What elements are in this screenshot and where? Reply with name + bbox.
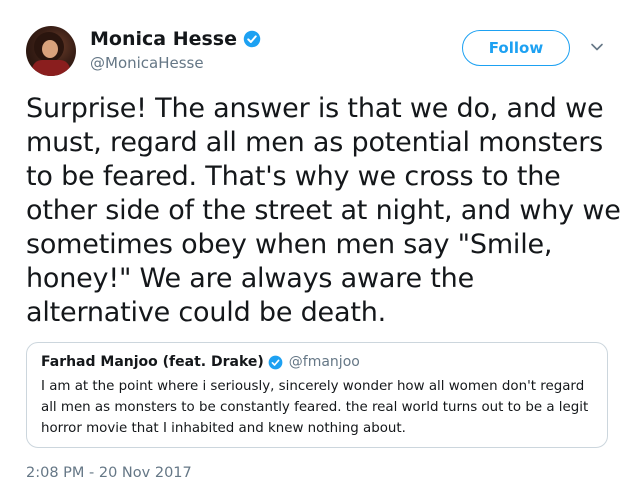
verified-badge-icon xyxy=(268,355,283,369)
avatar-face xyxy=(42,40,58,58)
avatar-shirt xyxy=(32,60,70,76)
author-handle[interactable]: @MonicaHesse xyxy=(90,54,204,72)
chevron-down-icon[interactable] xyxy=(590,40,604,54)
verified-badge-icon xyxy=(243,30,261,48)
quoted-tweet-text: I am at the point where i seriously, sin… xyxy=(41,379,589,436)
author-name-row[interactable]: Monica Hesse xyxy=(90,28,261,50)
quoted-tweet-header: Farhad Manjoo (feat. Drake) @fmanjoo xyxy=(41,354,593,370)
tweet-timestamp[interactable]: 2:08 PM - 20 Nov 2017 xyxy=(26,465,192,481)
follow-button[interactable]: Follow xyxy=(462,30,570,66)
quoted-author-handle: @fmanjoo xyxy=(288,354,360,370)
quoted-tweet[interactable]: Farhad Manjoo (feat. Drake) @fmanjoo I a… xyxy=(26,342,608,448)
avatar[interactable] xyxy=(26,26,76,76)
quoted-author-name: Farhad Manjoo (feat. Drake) xyxy=(41,354,264,370)
author-name[interactable]: Monica Hesse xyxy=(90,28,237,50)
tweet-text: Surprise! The answer is that we do, and … xyxy=(26,93,621,328)
